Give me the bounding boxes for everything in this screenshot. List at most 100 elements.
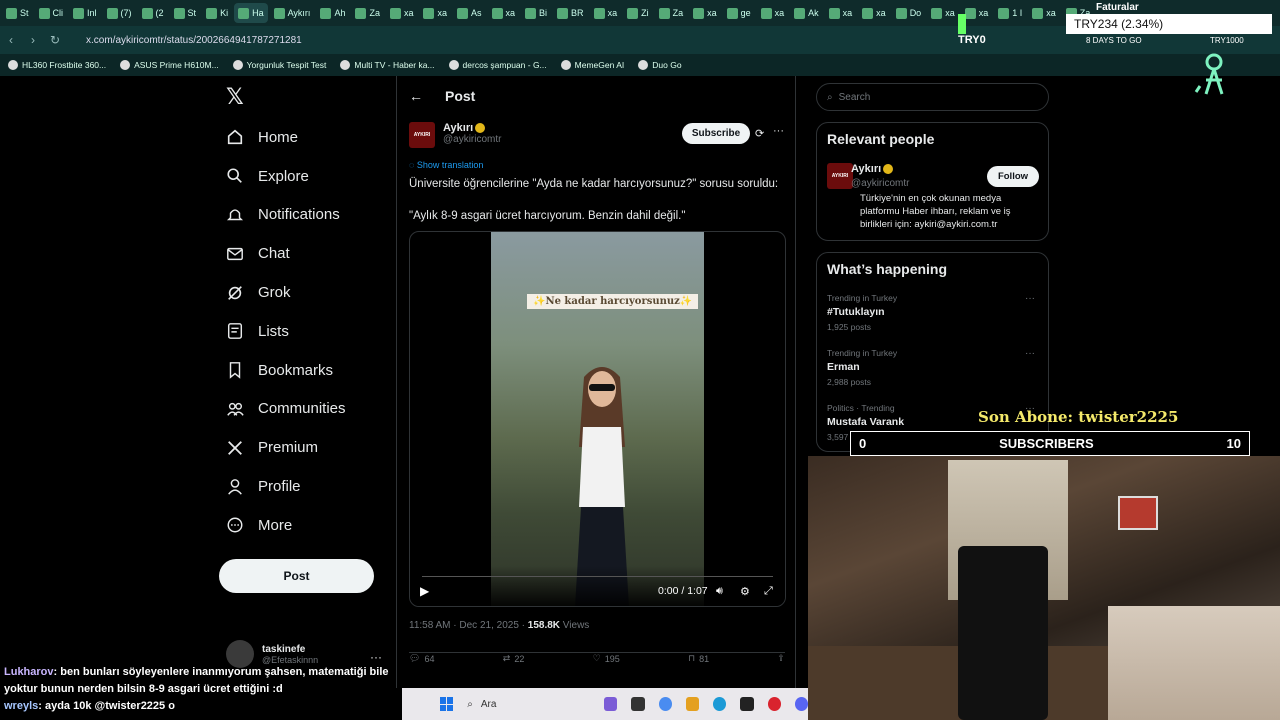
browser-tab[interactable]: xa [927, 3, 959, 23]
browser-tab[interactable]: St [170, 3, 201, 23]
browser-tab[interactable]: Zi [623, 3, 653, 23]
account-more-icon[interactable]: ··· [370, 650, 382, 664]
nav-item-premium[interactable]: Premium [226, 428, 346, 467]
video-progress-bar[interactable] [422, 576, 773, 577]
browser-tab[interactable]: xa [1028, 3, 1060, 23]
edge-icon[interactable] [713, 697, 727, 711]
browser-tab[interactable]: (7) [103, 3, 136, 23]
discord-icon[interactable] [794, 697, 808, 711]
trend-more-icon[interactable]: ··· [1025, 348, 1035, 359]
opera-icon[interactable] [767, 697, 781, 711]
nav-item-grok[interactable]: Grok [226, 273, 346, 312]
author-avatar[interactable]: AYKIRI [409, 122, 435, 148]
forward-arrow-icon[interactable]: › [22, 33, 44, 47]
browser-tab[interactable]: ge [723, 3, 755, 23]
browser-tab[interactable]: As [453, 3, 486, 23]
bookmark-item[interactable]: MemeGen AI [560, 60, 624, 70]
follow-button[interactable]: Follow [987, 166, 1039, 187]
copilot-icon[interactable] [658, 697, 672, 711]
browser-tab[interactable]: xa [757, 3, 789, 23]
browser-tab[interactable]: St [2, 3, 33, 23]
share-icon: ⇪ [777, 653, 785, 663]
browser-tab[interactable]: Do [892, 3, 926, 23]
bookmark-button[interactable]: ⊓ 81 [688, 653, 709, 664]
grok-icon[interactable]: ⟳ [755, 127, 764, 140]
volume-icon[interactable]: 🔊︎ [716, 585, 723, 598]
nav-item-explore[interactable]: Explore [226, 157, 346, 196]
browser-tab[interactable]: Za [351, 3, 384, 23]
fullscreen-icon[interactable]: ⤢ [764, 585, 773, 598]
bookmark-item[interactable]: Yorgunluk Tespit Test [232, 60, 326, 70]
bookmark-item[interactable]: dercos şampuan - G... [448, 60, 547, 70]
trend-item[interactable]: Trending in Turkey #Tutuklayın 1,925 posts… [827, 293, 1039, 332]
browser-tab[interactable]: Inl [69, 3, 101, 23]
browser-tab[interactable]: (2 [138, 3, 168, 23]
author-name[interactable]: Aykırı [443, 122, 473, 134]
file-explorer-icon[interactable] [685, 697, 700, 711]
share-button[interactable]: ⇪ [777, 653, 785, 664]
relevant-handle[interactable]: @aykiricomtr [851, 178, 910, 189]
browser-tab[interactable]: Ki [202, 3, 232, 23]
task-view-icon[interactable] [631, 697, 645, 711]
nav-item-bookmarks[interactable]: Bookmarks [226, 351, 346, 390]
nav-item-home[interactable]: Home [226, 118, 346, 157]
browser-tab[interactable]: Cli [35, 3, 68, 23]
nav-item-communities[interactable]: Communities [226, 390, 346, 429]
browser-tab[interactable]: xa [825, 3, 857, 23]
browser-tab[interactable]: Ha [234, 3, 268, 23]
show-translation-link[interactable]: ◌ Show translation [409, 160, 483, 170]
browser-tab[interactable]: Aykırı [270, 3, 315, 23]
bookmark-item[interactable]: ASUS Prime H610M... [120, 60, 219, 70]
video-player[interactable]: ✨Ne kadar harcıyorsunuz✨ ▶ 0:00 / 1:07 🔊… [409, 231, 786, 607]
browser-tab[interactable]: xa [386, 3, 418, 23]
relevant-avatar[interactable]: AYKIRI [827, 163, 853, 189]
nav-item-lists[interactable]: Lists [226, 312, 346, 351]
bookmark-item[interactable]: HL360 Frostbite 360... [8, 60, 106, 70]
bookmark-item[interactable]: Multi TV - Haber ka... [340, 60, 435, 70]
bookmark-item[interactable]: Duo Go [638, 60, 682, 70]
subs-goal: 10 [1226, 436, 1241, 451]
nav-item-notifications[interactable]: Notifications [226, 196, 346, 235]
url-field[interactable]: x.com/aykiricomtr/status/200266494178727… [86, 35, 302, 46]
post-button[interactable]: Post [219, 559, 374, 593]
browser-tab[interactable]: 1 I [994, 3, 1026, 23]
back-arrow-icon[interactable]: ← [409, 88, 423, 104]
windows-start-icon[interactable] [440, 697, 454, 711]
reload-icon[interactable]: ↻ [44, 33, 66, 47]
browser-tab[interactable]: xa [419, 3, 451, 23]
browser-tab[interactable]: Ak [790, 3, 823, 23]
reply-button[interactable]: 💬︎ 64 [409, 653, 434, 664]
browser-tab[interactable]: xa [488, 3, 520, 23]
browser-tab[interactable]: Za [655, 3, 688, 23]
browser-tab[interactable]: xa [689, 3, 721, 23]
browser-tab[interactable]: Bi [521, 3, 551, 23]
settings-icon[interactable]: ⚙ [740, 585, 750, 598]
trend-more-icon[interactable]: ··· [1025, 293, 1035, 304]
tab-favicon-icon [238, 7, 250, 19]
video-frame[interactable]: ✨Ne kadar harcıyorsunuz✨ [491, 232, 704, 606]
like-button[interactable]: ♡ 195 [593, 653, 620, 664]
nav-item-chat[interactable]: Chat [226, 234, 346, 273]
repost-button[interactable]: ⇄ 22 [503, 653, 525, 664]
browser-tab[interactable]: xa [590, 3, 622, 23]
browser-tab[interactable]: Ah [316, 3, 349, 23]
more-options-icon[interactable]: ··· [773, 125, 784, 137]
nav-item-more[interactable]: More [226, 506, 346, 545]
browser-tab[interactable]: xa [858, 3, 890, 23]
back-arrow-icon[interactable]: ‹ [0, 33, 22, 47]
x-logo-icon[interactable]: 𝕏 [226, 86, 248, 108]
author-handle[interactable]: @aykiricomtr [443, 134, 502, 145]
trend-item[interactable]: Trending in Turkey Erman 2,988 posts ··· [827, 348, 1039, 387]
store-icon[interactable] [740, 697, 754, 711]
tweet-timestamp[interactable]: 11:58 AM · Dec 21, 2025 · [409, 620, 528, 631]
tweet-author[interactable]: AYKIRI Aykırı @aykiricomtr [409, 122, 502, 148]
relevant-name[interactable]: Aykırı [851, 163, 894, 175]
taskbar-search[interactable]: ⌕ Ara [467, 699, 590, 710]
app-icon[interactable] [604, 697, 618, 711]
subscribe-button[interactable]: Subscribe [682, 123, 750, 144]
search-input[interactable]: ⌕ Search [816, 83, 1049, 111]
play-icon[interactable]: ▶ [420, 584, 429, 598]
nav-item-profile[interactable]: Profile [226, 467, 346, 506]
browser-tab[interactable]: BR [553, 3, 588, 23]
tab-label: Ki [220, 8, 229, 18]
